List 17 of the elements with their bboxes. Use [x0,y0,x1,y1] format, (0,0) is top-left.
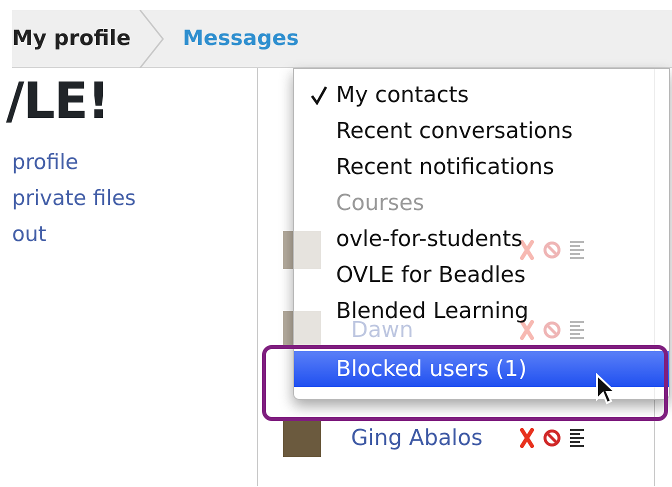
menu-item[interactable]: My contacts [294,77,669,113]
menu-item: Courses [335,190,426,218]
contact-name[interactable]: Ging Abalos [351,422,511,454]
breadcrumb-link[interactable]: My profile [12,22,131,54]
checkmark-icon [310,85,328,106]
navigation-link[interactable]: out [12,216,257,252]
menu-item[interactable]: Recent conversations [294,113,669,149]
menu-item[interactable]: ovle-for-students [294,221,669,257]
history-lines-icon[interactable] [569,428,585,448]
menu-item[interactable]: OVLE for Beadles [294,257,669,293]
avatar-placeholder [283,419,321,457]
navigation-link[interactable]: profile [12,144,257,180]
page-heading: /LE! [6,76,110,126]
block-icon[interactable] [543,429,561,447]
menu-item[interactable]: Recent notifications [294,149,669,185]
menu-item[interactable]: Blocked users (1) [294,351,669,387]
navigation-link[interactable]: private files [12,180,257,216]
